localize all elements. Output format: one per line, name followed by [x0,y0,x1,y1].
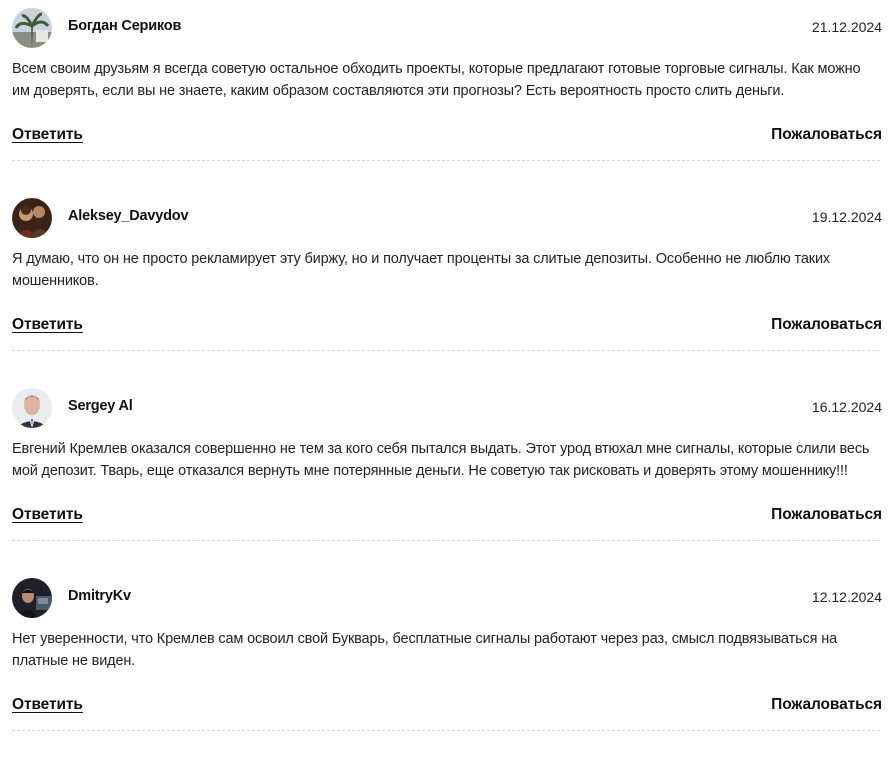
comment-author: Sergey Al [68,398,133,414]
comment-item: Aleksey_Davydov 19.12.2024 Я думаю, что … [0,190,890,380]
comment-item: Богдан Сериков 21.12.2024 Всем своим дру… [0,0,890,190]
divider [12,160,880,161]
reply-link[interactable]: Ответить [12,316,83,334]
divider [12,540,880,541]
report-link[interactable]: Пожаловаться [771,316,882,334]
report-link[interactable]: Пожаловаться [771,126,882,144]
avatar[interactable] [12,578,52,618]
comment-item: DmitryKv 12.12.2024 Нет уверенности, что… [0,570,890,760]
comment-item: Sergey Al 16.12.2024 Евгений Кремлев ока… [0,380,890,570]
reply-link[interactable]: Ответить [12,126,83,144]
comment-date: 16.12.2024 [811,399,882,415]
comment-text: Нет уверенности, что Кремлев сам освоил … [12,631,837,669]
divider [12,730,880,731]
report-link[interactable]: Пожаловаться [771,506,882,524]
comment-date: 21.12.2024 [811,19,882,35]
comment-text: Я думаю, что он не просто рекламирует эт… [12,251,831,289]
avatar[interactable] [12,388,52,428]
reply-link[interactable]: Ответить [12,506,83,524]
comment-text: Евгений Кремлев оказался совершенно не т… [12,441,870,479]
comment-date: 12.12.2024 [811,589,882,605]
divider [12,350,880,351]
comment-date: 19.12.2024 [811,209,882,225]
comment-author: DmitryKv [68,588,131,604]
comment-author: Богдан Сериков [68,18,182,34]
report-link[interactable]: Пожаловаться [771,696,882,714]
comment-text: Всем своим друзьям я всегда советую оста… [12,61,861,99]
comment-author: Aleksey_Davydov [68,208,189,224]
reply-link[interactable]: Ответить [12,696,83,714]
avatar[interactable] [12,8,52,48]
avatar[interactable] [12,198,52,238]
